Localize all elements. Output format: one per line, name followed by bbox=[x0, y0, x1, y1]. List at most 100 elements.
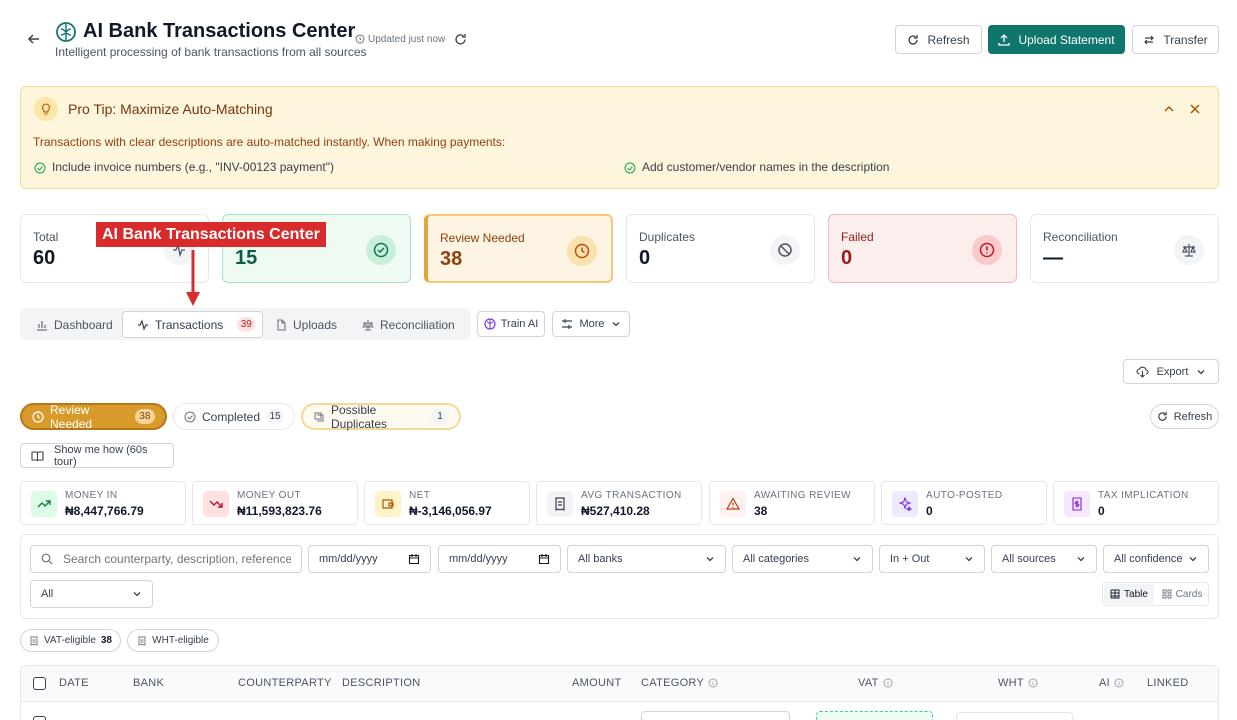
table-view-label: Table bbox=[1124, 588, 1148, 600]
stat-value: 38 bbox=[754, 504, 768, 518]
card-label: Duplicates bbox=[639, 230, 696, 244]
possible-duplicates-pill[interactable]: Possible Duplicates 1 bbox=[301, 403, 461, 431]
card-label: Reconciliation bbox=[1043, 230, 1118, 244]
sparkles-icon bbox=[892, 491, 918, 517]
categories-select[interactable]: All categories bbox=[732, 545, 873, 573]
column-header-counterparty[interactable]: Counterparty bbox=[238, 677, 332, 689]
card-value: 60 bbox=[33, 247, 56, 269]
vat-eligible-chip[interactable]: VAT-eligible 38 bbox=[20, 629, 121, 652]
table-row[interactable] bbox=[21, 702, 1218, 720]
more-button[interactable]: More bbox=[552, 311, 630, 337]
category-select[interactable] bbox=[641, 711, 790, 720]
refresh-label: Refresh bbox=[927, 32, 970, 47]
tab-transactions[interactable]: Transactions 39 bbox=[122, 311, 263, 338]
settings-sliders-icon bbox=[561, 318, 573, 330]
pro-tip-banner: Pro Tip: Maximize Auto-Matching Transact… bbox=[20, 86, 1219, 189]
column-header-ai-wrap[interactable]: AI bbox=[1099, 677, 1124, 689]
column-header-wht-wrap[interactable]: WHT bbox=[998, 677, 1038, 689]
banks-select[interactable]: All banks bbox=[567, 545, 726, 573]
column-header-linked[interactable]: Linked bbox=[1147, 677, 1189, 689]
upload-icon bbox=[998, 33, 1011, 46]
vat-toggle[interactable] bbox=[816, 711, 933, 720]
stat-label: Net bbox=[409, 490, 431, 501]
transfer-button[interactable]: Transfer bbox=[1132, 25, 1219, 54]
wht-select[interactable] bbox=[956, 712, 1073, 720]
tour-button[interactable]: Show me how (60s tour) bbox=[20, 443, 174, 468]
column-header-category-wrap[interactable]: Category bbox=[641, 677, 718, 689]
trending-up-icon bbox=[31, 491, 57, 517]
stat-label: Tax Implication bbox=[1098, 490, 1189, 501]
tab-label: Transactions bbox=[155, 317, 224, 332]
duplicates-card[interactable]: Duplicates 0 bbox=[626, 214, 815, 283]
review-needed-pill[interactable]: Review Needed 38 bbox=[20, 402, 167, 431]
reconciliation-card[interactable]: Reconciliation — bbox=[1030, 214, 1219, 283]
row-checkbox[interactable] bbox=[33, 716, 46, 720]
all-select[interactable]: All bbox=[30, 580, 153, 608]
direction-value: In + Out bbox=[890, 553, 930, 565]
awaiting-review-stat: Awaiting Review 38 bbox=[709, 481, 875, 525]
date-from-input[interactable]: mm/dd/yyyy bbox=[308, 545, 431, 573]
table-view-button[interactable]: Table bbox=[1104, 584, 1154, 604]
column-header-date[interactable]: Date bbox=[59, 677, 89, 689]
sources-select[interactable]: All sources bbox=[991, 545, 1097, 573]
wht-eligible-chip[interactable]: WHT-eligible bbox=[127, 629, 219, 652]
annotation-arrow bbox=[184, 250, 202, 308]
back-arrow-icon[interactable] bbox=[27, 32, 41, 46]
select-all-checkbox[interactable] bbox=[33, 677, 46, 690]
calendar-icon[interactable] bbox=[538, 553, 550, 565]
tab-dashboard[interactable]: Dashboard bbox=[36, 311, 113, 338]
chevron-up-icon[interactable] bbox=[1163, 103, 1175, 115]
upload-statement-button[interactable]: Upload Statement bbox=[988, 25, 1125, 54]
receipt-icon bbox=[137, 636, 147, 646]
cards-view-button[interactable]: Cards bbox=[1157, 584, 1207, 604]
alert-circle-icon bbox=[972, 235, 1002, 265]
tab-label: Dashboard bbox=[54, 317, 113, 332]
lightbulb-icon bbox=[34, 97, 58, 121]
train-ai-button[interactable]: Train AI bbox=[477, 311, 545, 337]
tour-label: Show me how (60s tour) bbox=[54, 443, 148, 468]
tab-reconciliation[interactable]: Reconciliation bbox=[362, 311, 455, 338]
table-icon bbox=[1110, 589, 1120, 599]
tip-body: Transactions with clear descriptions are… bbox=[33, 135, 506, 149]
refresh-button[interactable]: Refresh bbox=[895, 25, 982, 54]
close-icon[interactable] bbox=[1189, 103, 1201, 115]
failed-card[interactable]: Failed 0 bbox=[828, 214, 1017, 283]
date-to-value: mm/dd/yyyy bbox=[449, 553, 508, 565]
date-to-input[interactable]: mm/dd/yyyy bbox=[438, 545, 561, 573]
column-header-amount[interactable]: Amount bbox=[572, 677, 621, 689]
pill-count: 1 bbox=[431, 409, 449, 424]
calendar-icon[interactable] bbox=[408, 553, 420, 565]
column-header-description[interactable]: Description bbox=[342, 677, 420, 689]
brain-icon bbox=[484, 318, 496, 330]
export-button[interactable]: Export bbox=[1123, 359, 1219, 384]
tab-uploads[interactable]: Uploads bbox=[275, 311, 337, 338]
direction-select[interactable]: In + Out bbox=[879, 545, 985, 573]
page-subtitle: Intelligent processing of bank transacti… bbox=[55, 45, 367, 59]
chevron-down-icon bbox=[1196, 367, 1206, 377]
refresh-list-button[interactable]: Refresh bbox=[1150, 404, 1219, 429]
column-header-bank[interactable]: Bank bbox=[133, 677, 164, 689]
stat-label: Awaiting Review bbox=[754, 490, 851, 501]
pill-label: Review Needed bbox=[50, 402, 93, 431]
refresh-icon bbox=[907, 34, 919, 46]
review-needed-card[interactable]: Review Needed 38 bbox=[424, 214, 613, 283]
completed-pill[interactable]: Completed 15 bbox=[173, 403, 295, 430]
card-label: Failed bbox=[841, 230, 874, 244]
cloud-download-icon bbox=[1136, 365, 1149, 378]
search-input[interactable] bbox=[63, 552, 291, 566]
refresh-icon[interactable] bbox=[454, 33, 467, 46]
confidence-select[interactable]: All confidence bbox=[1103, 545, 1209, 573]
categories-value: All categories bbox=[743, 553, 810, 565]
money-in-stat: Money In ₦8,447,766.79 bbox=[20, 481, 186, 525]
book-icon bbox=[31, 450, 44, 462]
cards-view-label: Cards bbox=[1175, 588, 1203, 600]
all-value: All bbox=[41, 588, 54, 600]
search-field bbox=[30, 545, 302, 573]
stat-value: ₦527,410.28 bbox=[581, 504, 650, 518]
column-header-vat-wrap[interactable]: VAT bbox=[858, 677, 893, 689]
avg-transaction-stat: Avg Transaction ₦527,410.28 bbox=[536, 481, 702, 525]
tab-label: Uploads bbox=[293, 317, 338, 332]
ban-icon bbox=[770, 235, 800, 265]
check-circle-icon bbox=[366, 235, 396, 265]
more-label: More bbox=[579, 318, 605, 330]
